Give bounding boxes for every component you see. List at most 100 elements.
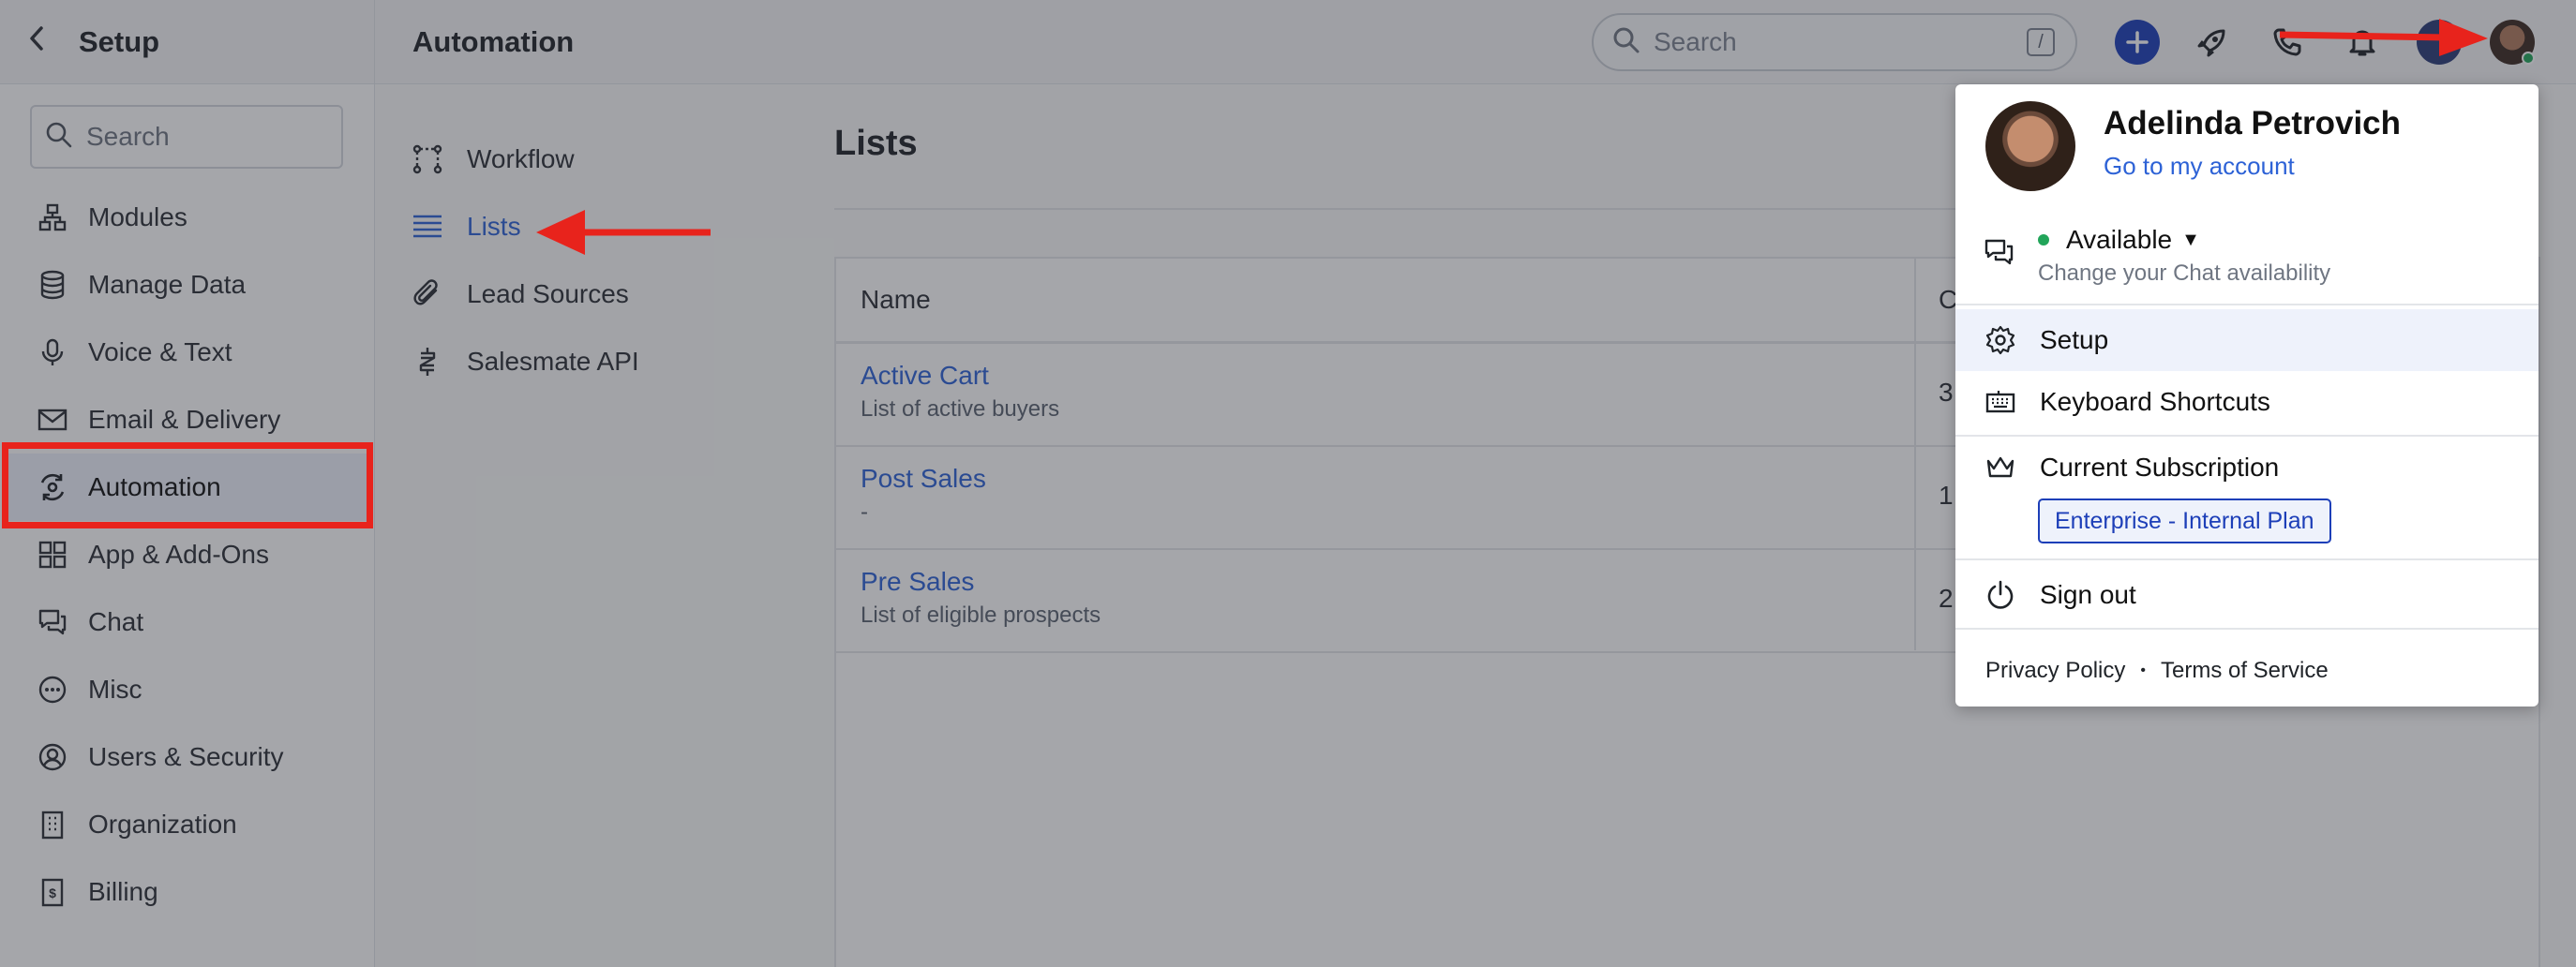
workflow-icon (409, 141, 446, 178)
menu-item-label: Keyboard Shortcuts (2040, 387, 2270, 416)
list-description: List of eligible prospects (861, 603, 1101, 628)
user-circle-icon (34, 738, 71, 776)
subnav-item-workflow[interactable]: Workflow (409, 131, 575, 187)
subnav-item-label: Workflow (467, 144, 575, 173)
setup-header: Setup (0, 0, 375, 84)
sidebar-search[interactable] (30, 105, 343, 169)
modules-icon (34, 199, 71, 236)
subnav-item-label: Salesmate API (467, 347, 639, 376)
paperclip-icon (409, 275, 446, 313)
sidebar-item-label: Chat (88, 607, 144, 636)
list-count: 2 (1939, 584, 1954, 613)
receipt-icon: $ (34, 873, 71, 911)
building-icon (34, 806, 71, 843)
create-button[interactable] (2115, 20, 2160, 65)
rocket-icon[interactable] (2190, 20, 2235, 65)
microphone-icon (34, 334, 71, 371)
sidebar-item-label: App & Add-Ons (88, 540, 270, 569)
sidebar-item-billing[interactable]: $ Billing (0, 858, 375, 926)
list-count: 1 (1939, 481, 1954, 510)
svg-text:$: $ (49, 885, 56, 900)
list-count: 3 (1939, 378, 1954, 407)
subnav-item-label: Lists (467, 212, 521, 241)
sidebar-item-label: Modules (88, 202, 187, 231)
top-bar: Setup Automation / (0, 0, 2576, 84)
terms-of-service-link[interactable]: Terms of Service (2161, 658, 2329, 684)
search-shortcut-key: / (2027, 28, 2055, 56)
sidebar-item-chat[interactable]: Chat (0, 588, 375, 656)
sidebar-item-app-addons[interactable]: App & Add-Ons (0, 521, 375, 588)
sidebar-item-label: Voice & Text (88, 337, 232, 366)
menu-divider (1955, 558, 2539, 560)
footer-separator: • (2140, 662, 2146, 678)
subnav-item-lead-sources[interactable]: Lead Sources (409, 266, 629, 322)
annotation-arrow-avatar (2279, 19, 2488, 56)
envelope-icon (34, 401, 71, 439)
global-search[interactable]: / (1592, 13, 2077, 71)
sidebar-item-organization[interactable]: Organization (0, 791, 375, 858)
sidebar-item-label: Email & Delivery (88, 405, 281, 434)
power-icon (1984, 578, 2017, 612)
api-icon (409, 343, 446, 380)
availability-subtext: Change your Chat availability (2038, 260, 2331, 286)
crown-icon (1984, 451, 2017, 484)
availability-toggle[interactable]: Available ▼ (2038, 225, 2200, 255)
search-icon (1612, 26, 1640, 59)
list-description: List of active buyers (861, 396, 1060, 422)
profile-name: Adelinda Petrovich (2104, 105, 2402, 141)
setup-sidebar: Modules Manage Data Voice & Text Email &… (0, 84, 375, 967)
menu-item-sign-out[interactable]: Sign out (1955, 564, 2539, 626)
lists-title: Lists (834, 124, 918, 163)
sidebar-item-email-delivery[interactable]: Email & Delivery (0, 386, 375, 454)
list-name-link[interactable]: Active Cart (861, 361, 989, 391)
setup-title: Setup (79, 25, 160, 58)
global-search-input[interactable] (1654, 27, 2027, 57)
back-arrow-icon[interactable] (26, 24, 54, 60)
privacy-policy-link[interactable]: Privacy Policy (1985, 658, 2125, 684)
sidebar-item-misc[interactable]: Misc (0, 656, 375, 723)
sidebar-item-automation[interactable]: Automation (6, 454, 369, 521)
go-to-account-link[interactable]: Go to my account (2104, 152, 2295, 181)
database-icon (34, 266, 71, 304)
availability-label: Available (2066, 225, 2173, 254)
sidebar-item-manage-data[interactable]: Manage Data (0, 251, 375, 319)
list-name-link[interactable]: Pre Sales (861, 567, 974, 597)
grid-icon (34, 536, 71, 573)
list-name-link[interactable]: Post Sales (861, 464, 986, 494)
sidebar-item-label: Organization (88, 810, 237, 839)
subscription-plan-badge[interactable]: Enterprise - Internal Plan (2038, 498, 2331, 543)
automation-icon (34, 469, 71, 506)
menu-item-keyboard-shortcuts[interactable]: Keyboard Shortcuts (1955, 371, 2539, 433)
chat-icon (34, 603, 71, 641)
subnav-item-salesmate-api[interactable]: Salesmate API (409, 334, 639, 390)
subnav-item-label: Lead Sources (467, 279, 629, 308)
menu-item-setup[interactable]: Setup (1955, 309, 2539, 371)
online-status-dot (2522, 52, 2535, 65)
menu-item-label: Current Subscription (2040, 453, 2280, 482)
search-icon (45, 121, 73, 154)
sidebar-search-input[interactable] (86, 122, 321, 152)
menu-divider (1955, 628, 2539, 630)
title-divider (834, 208, 1997, 210)
sidebar-item-label: Billing (88, 877, 158, 906)
profile-avatar (1985, 101, 2075, 191)
menu-item-current-subscription: Current Subscription (1955, 437, 2539, 498)
available-status-dot (2038, 234, 2049, 245)
menu-divider (1955, 304, 2539, 305)
sidebar-item-voice-text[interactable]: Voice & Text (0, 319, 375, 386)
profile-dropdown: Adelinda Petrovich Go to my account Avai… (1955, 84, 2539, 707)
column-header-name[interactable]: Name (861, 259, 931, 341)
list-icon (409, 208, 446, 245)
chat-status-icon (1984, 238, 2015, 273)
list-description: - (861, 499, 868, 525)
sidebar-item-modules[interactable]: Modules (0, 184, 375, 251)
sidebar-item-label: Manage Data (88, 270, 247, 299)
sidebar-item-label: Automation (88, 472, 221, 501)
menu-item-label: Sign out (2040, 580, 2136, 609)
user-avatar-button[interactable] (2490, 20, 2535, 65)
page-title: Automation (412, 25, 575, 58)
menu-item-label: Setup (2040, 325, 2109, 354)
sidebar-item-users-security[interactable]: Users & Security (0, 723, 375, 791)
caret-down-icon: ▼ (2181, 229, 2200, 250)
subnav-item-lists[interactable]: Lists (409, 199, 521, 255)
